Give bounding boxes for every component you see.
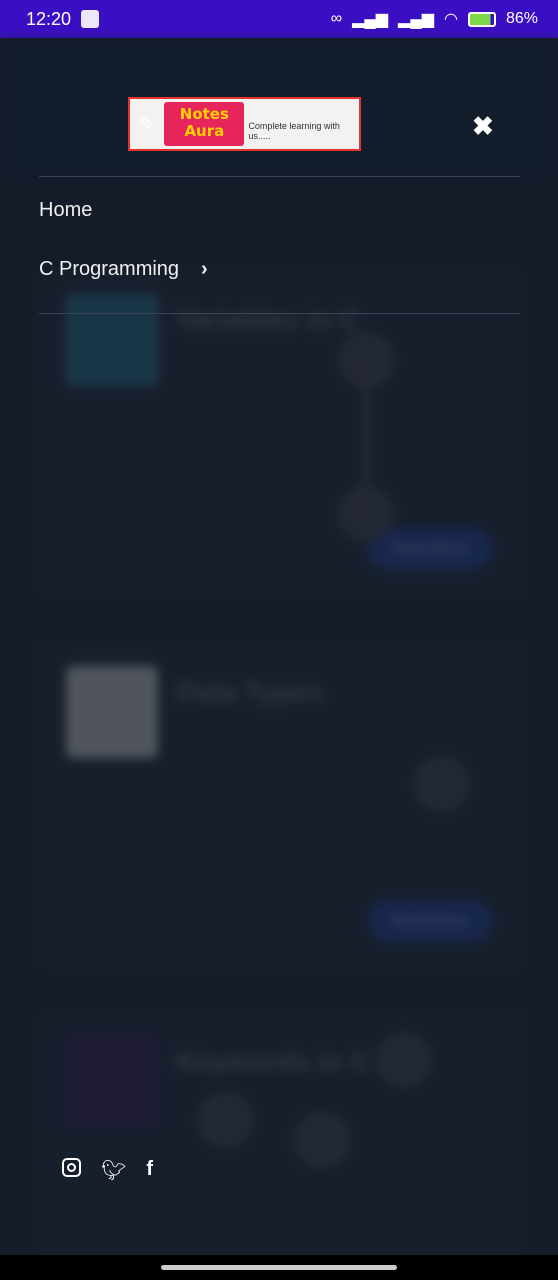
notification-icon	[81, 10, 100, 28]
home-gesture-handle[interactable]	[161, 1265, 397, 1270]
divider	[39, 313, 520, 314]
site-logo[interactable]: ✎ Notes Aura Complete learning with us...…	[128, 97, 361, 151]
wifi-icon: ◠	[444, 11, 458, 28]
close-menu-button[interactable]: ✖	[472, 111, 494, 142]
system-nav-bar	[0, 1255, 558, 1280]
facebook-icon[interactable]: f	[146, 1158, 153, 1183]
social-links: 🐦︎ f	[62, 1158, 153, 1183]
twitter-icon[interactable]: 🐦︎	[101, 1158, 126, 1183]
signal-icon: ▂▄▆	[352, 11, 389, 28]
divider	[39, 176, 520, 177]
battery-icon	[467, 11, 496, 27]
menu-item-c-programming[interactable]: C Programming ›	[39, 258, 208, 281]
clock: 12:20	[26, 8, 72, 29]
chevron-right-icon[interactable]: ›	[201, 258, 208, 281]
menu-item-home[interactable]: Home	[39, 199, 92, 222]
link-icon: ∞	[330, 10, 343, 27]
signal-icon: ▂▄▆	[398, 11, 434, 28]
instagram-icon[interactable]	[62, 1158, 81, 1177]
status-bar: 12:20 ∞ ▂▄▆ ▂▄▆ ◠ 86%	[0, 0, 558, 38]
pencil-logo-icon: ✎	[138, 113, 156, 136]
battery-percent: 86%	[505, 10, 538, 27]
